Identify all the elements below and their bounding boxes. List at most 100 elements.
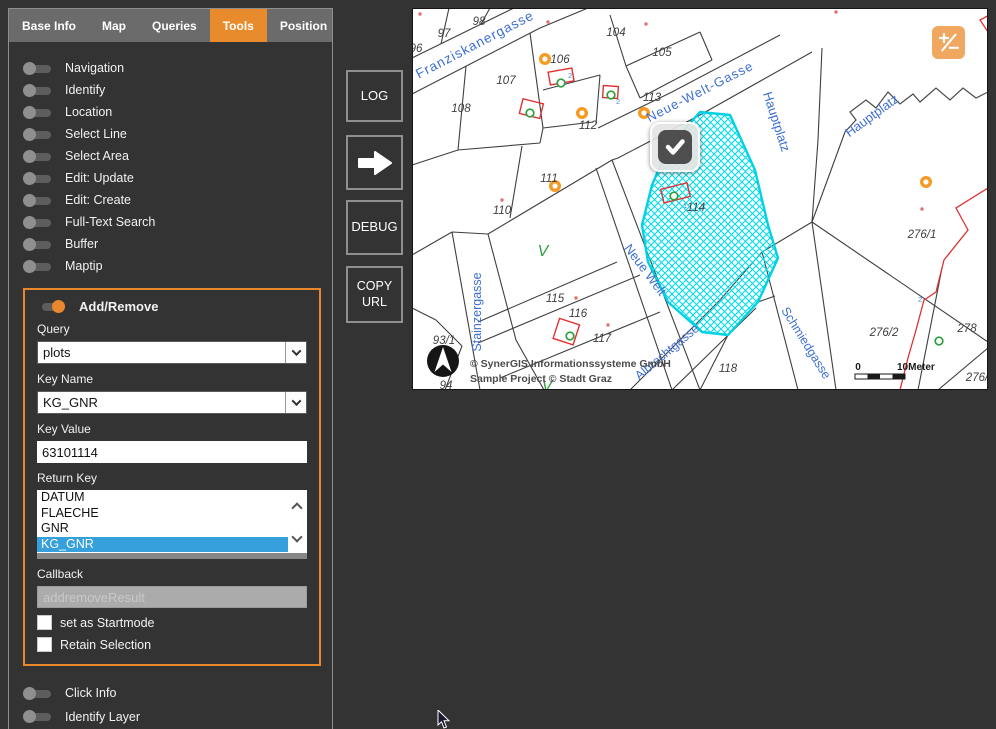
parcel-label: 96 (413, 43, 423, 55)
sidebar-item-edit-update[interactable]: Edit: Update (9, 167, 332, 189)
toggle-off-icon[interactable] (23, 687, 53, 700)
key-name-selected-value: KG_GNR (38, 392, 285, 413)
tab-tools[interactable]: Tools (210, 9, 267, 42)
log-button[interactable]: LOG (346, 70, 403, 122)
callback-input (37, 586, 307, 608)
toggle-off-icon[interactable] (23, 106, 53, 119)
listbox-option[interactable]: FLAECHE (37, 506, 307, 522)
add-remove-panel: Add/Remove Query plots Key Name KG_GNR K… (23, 288, 321, 666)
key-name-label: Key Name (37, 372, 307, 386)
sidebar-item-label: Identify (65, 83, 105, 97)
sidebar-item-label: Select Line (65, 127, 127, 141)
toggle-off-icon[interactable] (23, 194, 53, 207)
toggle-off-icon[interactable] (23, 150, 53, 163)
parcel-label: 118 (719, 363, 738, 375)
north-arrow-icon (427, 345, 459, 377)
next-button[interactable] (346, 135, 403, 190)
sidebar-item-buffer[interactable]: Buffer (9, 233, 332, 255)
key-name-dropdown[interactable]: KG_GNR (37, 391, 307, 414)
sidebar-item-navigation[interactable]: Navigation (9, 57, 332, 79)
parcel-label: 98 (473, 16, 486, 28)
sidebar-item-select-line[interactable]: Select Line (9, 123, 332, 145)
sidebar-item-click-info[interactable]: Click Info (9, 682, 332, 705)
parcel-label: 106 (550, 54, 570, 66)
listbox-hscrollbar[interactable] (37, 553, 307, 559)
sidebar-item-label: Location (65, 105, 112, 119)
svg-text:2: 2 (568, 71, 572, 80)
listbox-option[interactable]: GNR (37, 521, 307, 537)
query-selected-value: plots (38, 342, 285, 363)
startmode-checkbox-row[interactable]: set as Startmode (37, 615, 307, 630)
sidebar-item-identify-layer[interactable]: Identify Layer (9, 706, 332, 729)
sidebar-item-label: Edit: Create (65, 193, 131, 207)
sidebar-item-label: Maptip (65, 259, 103, 273)
parcel-label: 114 (687, 202, 705, 214)
startmode-checkbox-label: set as Startmode (60, 616, 155, 630)
add-remove-header[interactable]: Add/Remove (37, 299, 307, 314)
listbox-option-selected[interactable]: KG_GNR (37, 537, 307, 553)
plus-minus-icon (935, 29, 962, 56)
toggle-on-icon[interactable] (37, 300, 67, 313)
chevron-down-icon (291, 396, 301, 406)
map-canvas[interactable]: 2 2 1 2 96 97 98 104 105 106 107 108 110… (412, 8, 988, 390)
tab-base-info[interactable]: Base Info (9, 9, 89, 42)
toggle-off-icon[interactable] (23, 216, 53, 229)
toggle-off-icon[interactable] (23, 84, 53, 97)
copy-url-button[interactable]: COPY URL (346, 266, 403, 323)
toggle-off-icon[interactable] (23, 710, 53, 723)
return-key-label: Return Key (37, 471, 307, 485)
street-label: Albrechtgasse (632, 321, 702, 383)
copyright-line-2: Sample Project © Stadt Graz (470, 373, 612, 385)
add-remove-title: Add/Remove (79, 299, 158, 314)
tab-queries[interactable]: Queries (139, 9, 210, 42)
parcel-label: 97 (438, 28, 451, 40)
key-value-label: Key Value (37, 422, 307, 436)
listbox-option[interactable]: DATUM (37, 490, 307, 506)
sidebar-item-label: Edit: Update (65, 171, 134, 185)
zoom-toggle-button[interactable] (932, 26, 965, 59)
sidebar-item-identify[interactable]: Identify (9, 79, 332, 101)
retain-selection-checkbox-row[interactable]: Retain Selection (37, 637, 307, 652)
key-name-dropdown-button[interactable] (285, 392, 306, 413)
svg-text:V: V (538, 243, 550, 260)
parcel-label: 112 (579, 120, 598, 132)
startmode-checkbox[interactable] (37, 615, 52, 630)
sidebar-item-maptip[interactable]: Maptip (9, 255, 332, 277)
debug-button[interactable]: DEBUG (346, 200, 403, 255)
query-dropdown[interactable]: plots (37, 341, 307, 364)
tab-position[interactable]: Position (267, 9, 340, 42)
tool-mode-list: Navigation Identify Location Select Line… (9, 57, 332, 277)
toggle-off-icon[interactable] (23, 172, 53, 185)
toggle-off-icon[interactable] (23, 62, 53, 75)
sidebar-item-label: Full-Text Search (65, 215, 155, 229)
sidebar-item-select-area[interactable]: Select Area (9, 145, 332, 167)
retain-selection-checkbox-label: Retain Selection (60, 638, 151, 652)
sidebar-item-edit-create[interactable]: Edit: Create (9, 189, 332, 211)
parcel-label: 110 (493, 205, 512, 217)
parcel-label: 276/ (965, 372, 987, 384)
sidebar-item-location[interactable]: Location (9, 101, 332, 123)
scroll-down-icon[interactable] (291, 531, 302, 542)
parcel-label: 115 (546, 293, 565, 305)
toggle-off-icon[interactable] (23, 238, 53, 251)
arrow-right-icon (357, 149, 393, 177)
toggle-off-icon[interactable] (23, 128, 53, 141)
sidebar-item-label: Buffer (65, 237, 98, 251)
listbox-scrollbar[interactable] (288, 490, 307, 553)
svg-text:2: 2 (616, 97, 620, 106)
confirm-selection-button[interactable] (650, 122, 700, 172)
check-icon (658, 130, 692, 164)
scroll-up-icon[interactable] (291, 502, 302, 513)
query-dropdown-button[interactable] (285, 342, 306, 363)
parcel-label: 116 (569, 308, 588, 320)
parcel-label: 276/1 (907, 229, 937, 241)
tool-mode-list-bottom: Click Info Identify Layer (9, 682, 332, 728)
key-value-input[interactable] (37, 441, 307, 463)
toggle-off-icon[interactable] (23, 260, 53, 273)
tab-map[interactable]: Map (89, 9, 139, 42)
return-key-listbox[interactable]: DATUM FLAECHE GNR KG_GNR (37, 490, 307, 553)
retain-selection-checkbox[interactable] (37, 637, 52, 652)
parcel-label: 107 (496, 75, 516, 87)
sidebar-item-fulltext-search[interactable]: Full-Text Search (9, 211, 332, 233)
parcel-label: 105 (652, 47, 672, 59)
